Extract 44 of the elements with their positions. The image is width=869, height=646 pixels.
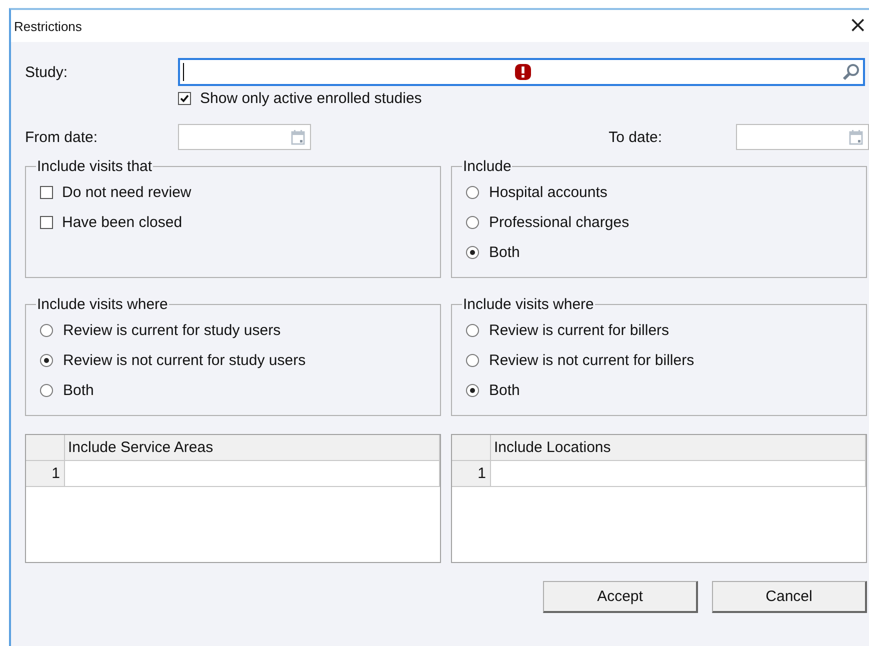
row-number: 1: [452, 461, 491, 486]
checkbox[interactable]: [40, 186, 53, 198]
option-label: Have been closed: [62, 214, 182, 230]
checkbox-label: Show only active enrolled studies: [200, 90, 422, 107]
radio-button[interactable]: [466, 384, 479, 396]
text-cursor: [183, 63, 184, 81]
option-label: Hospital accounts: [489, 184, 608, 200]
field-label: To date:: [608, 128, 662, 146]
window-title: Restrictions: [14, 18, 82, 34]
study-field[interactable]: [178, 58, 865, 86]
option-label: Review is current for billers: [489, 322, 670, 338]
radio-button[interactable]: [466, 186, 479, 198]
date-field[interactable]: [178, 124, 311, 150]
date-field[interactable]: [736, 124, 869, 150]
radio-button[interactable]: [466, 216, 479, 228]
calendar-icon[interactable]: [291, 129, 305, 145]
field-label: From date:: [25, 128, 99, 146]
calendar-icon[interactable]: [849, 129, 863, 145]
option-label: Do not need review: [62, 184, 192, 200]
option-label: Review is not current for billers: [489, 352, 694, 368]
group-title: Include visits where: [36, 296, 169, 313]
option-label: Both: [489, 244, 520, 260]
option-label: Both: [63, 382, 94, 398]
cancel-button[interactable]: Cancel: [712, 581, 867, 613]
radio-button[interactable]: [40, 354, 53, 366]
radio-button[interactable]: [466, 324, 479, 336]
option-label: Both: [489, 382, 520, 398]
close-button[interactable]: ×: [846, 15, 869, 37]
option-label: Professional charges: [489, 214, 630, 230]
row-number: 1: [26, 461, 65, 486]
radio-button[interactable]: [466, 246, 479, 258]
search-icon[interactable]: [842, 63, 860, 81]
accept-button[interactable]: Accept: [543, 581, 698, 613]
option-label: Review is not current for study users: [63, 352, 306, 368]
radio-button[interactable]: [466, 354, 479, 366]
radio-button[interactable]: [40, 384, 53, 396]
group-title: Include visits that: [36, 158, 154, 175]
option-label: Review is current for study users: [63, 322, 281, 338]
field-label: Study:: [25, 64, 69, 80]
radio-button[interactable]: [40, 324, 53, 336]
group-title: Include visits where: [462, 296, 595, 313]
group-title: Include: [462, 158, 512, 175]
checkbox[interactable]: [178, 92, 191, 105]
checkbox[interactable]: [40, 216, 53, 228]
